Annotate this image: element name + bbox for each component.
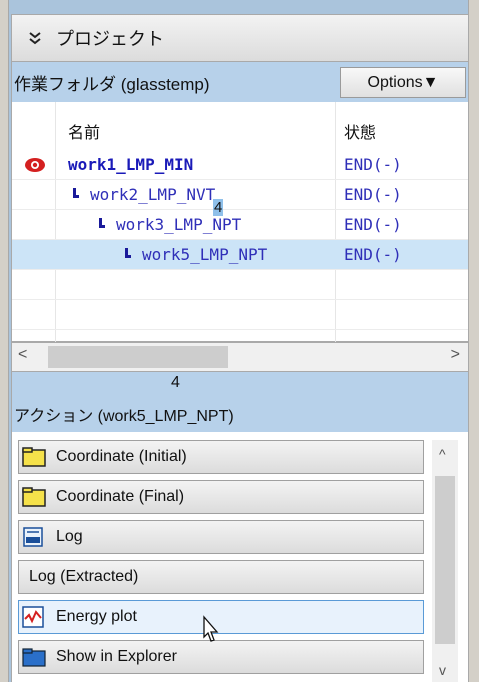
tree-row-empty [12,300,468,330]
log-button[interactable]: Log [18,520,424,554]
log-extracted-button[interactable]: Log (Extracted) [18,560,424,594]
eye-icon [24,157,46,178]
button-label: Energy plot [56,608,137,625]
explorer-folder-icon [22,646,46,668]
tree-row-selected[interactable]: work5_LMP_NPT END(-) [12,240,468,270]
window-edge-left [0,0,9,682]
child-node-icon [99,218,105,228]
button-label: Log (Extracted) [29,568,139,585]
scroll-up-arrow[interactable]: ^ [439,446,446,462]
job-tree-table: 名前 状態 work1_LMP_MIN END(-) work2_LMP_NVT… [11,102,469,342]
scroll-down-arrow[interactable]: v [439,662,446,678]
log-file-icon [22,526,46,548]
chart-line-icon [22,606,46,628]
column-header-status[interactable]: 状態 [344,119,376,143]
project-panel: プロジェクト 作業フォルダ (glasstemp) Options▼ 名前 状態… [0,0,479,682]
child-node-icon [125,248,131,258]
scroll-left-arrow[interactable]: < [18,346,27,364]
horizontal-scroll-thumb[interactable] [48,346,228,368]
tree-row[interactable]: work1_LMP_MIN END(-) [12,150,468,180]
button-label: Show in Explorer [56,648,177,665]
job-name: work1_LMP_MIN [68,155,194,174]
folder-icon [22,486,46,508]
project-title: プロジェクト [56,29,164,49]
button-label: Coordinate (Final) [56,488,185,505]
job-status: END(-) [344,185,402,204]
actions-list: Coordinate (Initial) Coordinate (Final) … [11,432,469,682]
tree-row-empty [12,270,468,300]
overlay-tag: 4 [213,199,224,216]
folder-icon [22,446,46,468]
vertical-scrollbar[interactable]: ^ v [432,440,458,682]
button-label: Coordinate (Initial) [56,448,187,465]
double-chevron-up-icon[interactable] [28,31,42,45]
vertical-scroll-thumb[interactable] [435,476,455,644]
working-folder-bar: 作業フォルダ (glasstemp) Options▼ [11,62,469,102]
action-badge: 4 [171,374,180,391]
action-bar: 4 アクション (work5_LMP_NPT) [11,372,469,432]
job-status: END(-) [344,215,402,234]
action-label: アクション (work5_LMP_NPT) [14,408,234,425]
working-folder-label: 作業フォルダ (glasstemp) [14,74,210,94]
job-name: work5_LMP_NPT [142,245,268,264]
project-header[interactable]: プロジェクト [11,14,469,62]
button-label: Log [56,528,83,545]
column-header-name[interactable]: 名前 [68,119,100,143]
coordinate-initial-button[interactable]: Coordinate (Initial) [18,440,424,474]
horizontal-scrollbar[interactable]: < > [11,342,469,372]
child-node-icon [73,188,79,198]
window-edge-right [468,0,479,682]
coordinate-final-button[interactable]: Coordinate (Final) [18,480,424,514]
options-button[interactable]: Options▼ [340,67,466,98]
tree-header-row: 名前 状態 [12,102,468,154]
job-name: work2_LMP_NVT [90,185,216,204]
job-status: END(-) [344,155,402,174]
scroll-right-arrow[interactable]: > [451,346,460,364]
mouse-cursor-icon [198,615,224,652]
tree-row[interactable]: work2_LMP_NVT END(-) [12,180,468,210]
job-status: END(-) [344,245,402,264]
tree-row[interactable]: work3_LMP_NPT END(-) [12,210,468,240]
job-name: work3_LMP_NPT [116,215,242,234]
